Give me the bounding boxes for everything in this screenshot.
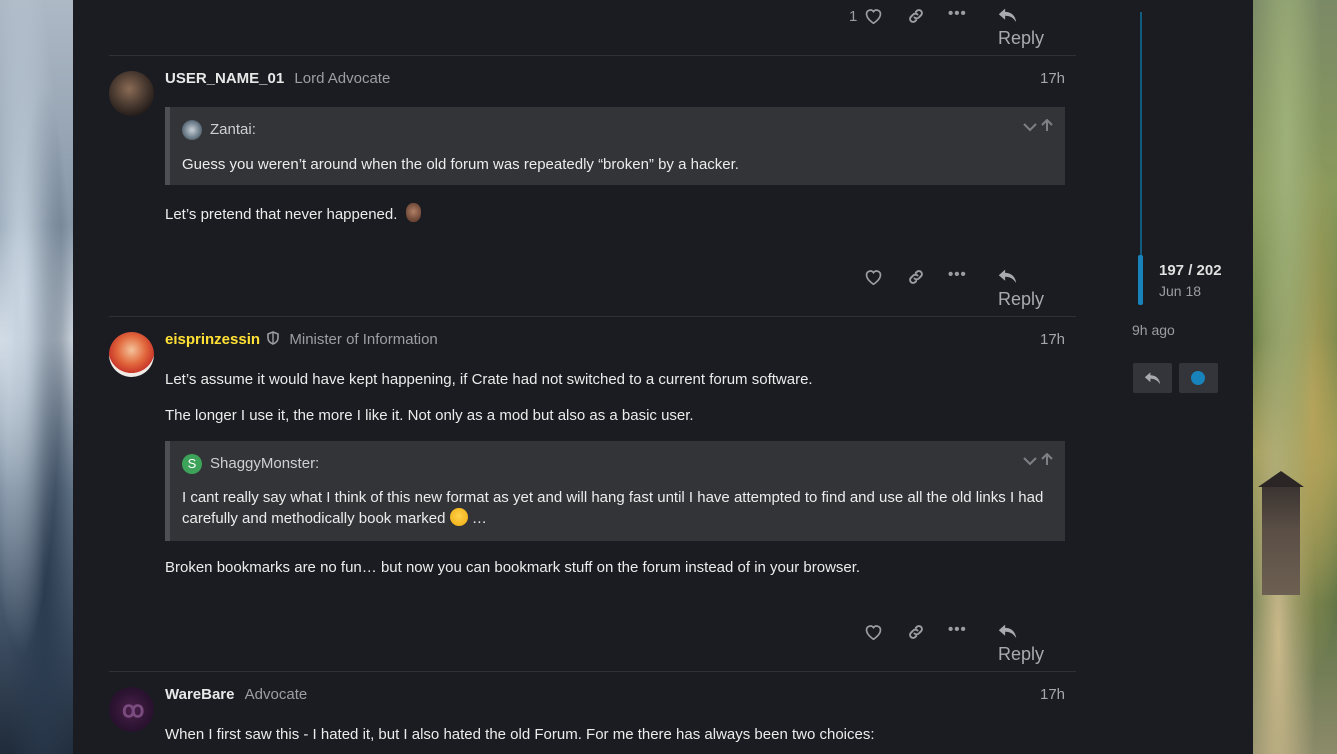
quote-block: S ShaggyMonster: I cant really say what I… [165, 441, 1065, 541]
background-tower [1258, 471, 1304, 595]
user-title: Advocate [244, 686, 308, 703]
more-icon[interactable]: ••• [948, 5, 967, 22]
reply-button[interactable]: Reply [998, 7, 1068, 49]
more-icon[interactable]: ••• [948, 266, 967, 283]
emoji-icon [405, 203, 421, 222]
background-scenery-left [0, 0, 73, 754]
avatar[interactable]: ꝏ [109, 687, 154, 732]
post-divider [109, 55, 1076, 56]
timeline-last-post[interactable]: 9h ago [1132, 322, 1175, 338]
quote-author[interactable]: ShaggyMonster: [210, 455, 319, 472]
timeline-date: Jun 18 [1159, 283, 1202, 299]
quote-header: Zantai: [182, 120, 256, 140]
post-meta: eisprinzessin Minister of Information [165, 331, 438, 349]
like-icon[interactable] [864, 268, 883, 289]
post-date[interactable]: 17h [1040, 686, 1065, 703]
post-paragraph: The longer I use it, the more I like it.… [165, 407, 694, 424]
reply-icon [998, 269, 1017, 284]
timeline-position: 197 / 202 [1159, 262, 1222, 279]
quote-header: S ShaggyMonster: [182, 454, 319, 474]
link-icon[interactable] [907, 7, 925, 29]
post-actions: ••• Reply [848, 265, 1068, 309]
quote-controls [1023, 452, 1053, 469]
quote-block: Zantai: Guess you weren’t around when th… [165, 107, 1065, 185]
more-icon[interactable]: ••• [948, 621, 967, 638]
link-icon[interactable] [907, 268, 925, 290]
reply-icon [1144, 372, 1161, 385]
reply-icon [998, 8, 1017, 23]
post-paragraph: Broken bookmarks are no fun… but now you… [165, 559, 861, 576]
arrow-up-icon[interactable] [1041, 452, 1053, 469]
quote-text: I cant really say what I think of this n… [182, 489, 1044, 527]
link-icon[interactable] [907, 623, 925, 645]
reply-icon [998, 624, 1017, 639]
post-paragraph: Let’s pretend that never happened. [165, 203, 421, 223]
timeline-back-button[interactable] [1133, 363, 1172, 393]
post-actions-previous: 1 ••• Reply [848, 4, 1068, 48]
post-meta: WareBare Advocate [165, 686, 307, 703]
background-scenery-right [1253, 0, 1337, 754]
chevron-down-icon[interactable] [1023, 453, 1037, 469]
user-title: Minister of Information [289, 331, 438, 348]
quote-controls [1023, 118, 1053, 135]
post-paragraph: When I first saw this - I hated it, but … [165, 726, 875, 743]
quote-avatar: S [182, 454, 202, 474]
frowning-face-icon [449, 508, 468, 526]
post-divider [109, 316, 1076, 317]
quote-avatar [182, 120, 202, 140]
post-date[interactable]: 17h [1040, 70, 1065, 87]
unread-dot-icon [1191, 371, 1205, 385]
avatar[interactable] [109, 332, 154, 377]
user-title: Lord Advocate [294, 70, 391, 87]
reply-button[interactable]: Reply [998, 623, 1068, 665]
username[interactable]: eisprinzessin [165, 331, 260, 348]
post-divider [109, 671, 1076, 672]
like-count: 1 [849, 8, 858, 25]
quote-text: Guess you weren’t around when the old fo… [182, 156, 739, 173]
quote-author[interactable]: Zantai: [210, 121, 256, 138]
post-paragraph: Let’s assume it would have kept happenin… [165, 371, 813, 388]
username[interactable]: WareBare [165, 686, 234, 703]
reply-button[interactable]: Reply [998, 268, 1068, 310]
arrow-up-icon[interactable] [1041, 118, 1053, 135]
shield-icon [267, 331, 280, 349]
timeline-jump-button[interactable] [1179, 363, 1218, 393]
like-icon[interactable] [864, 7, 883, 28]
avatar[interactable] [109, 71, 154, 116]
chevron-down-icon[interactable] [1023, 119, 1037, 135]
timeline-scroll-handle[interactable] [1138, 255, 1143, 305]
post-actions: ••• Reply [848, 620, 1068, 664]
post-meta: USER_NAME_01 Lord Advocate [165, 70, 390, 87]
post-date[interactable]: 17h [1040, 331, 1065, 348]
like-icon[interactable] [864, 623, 883, 644]
username[interactable]: USER_NAME_01 [165, 70, 284, 87]
